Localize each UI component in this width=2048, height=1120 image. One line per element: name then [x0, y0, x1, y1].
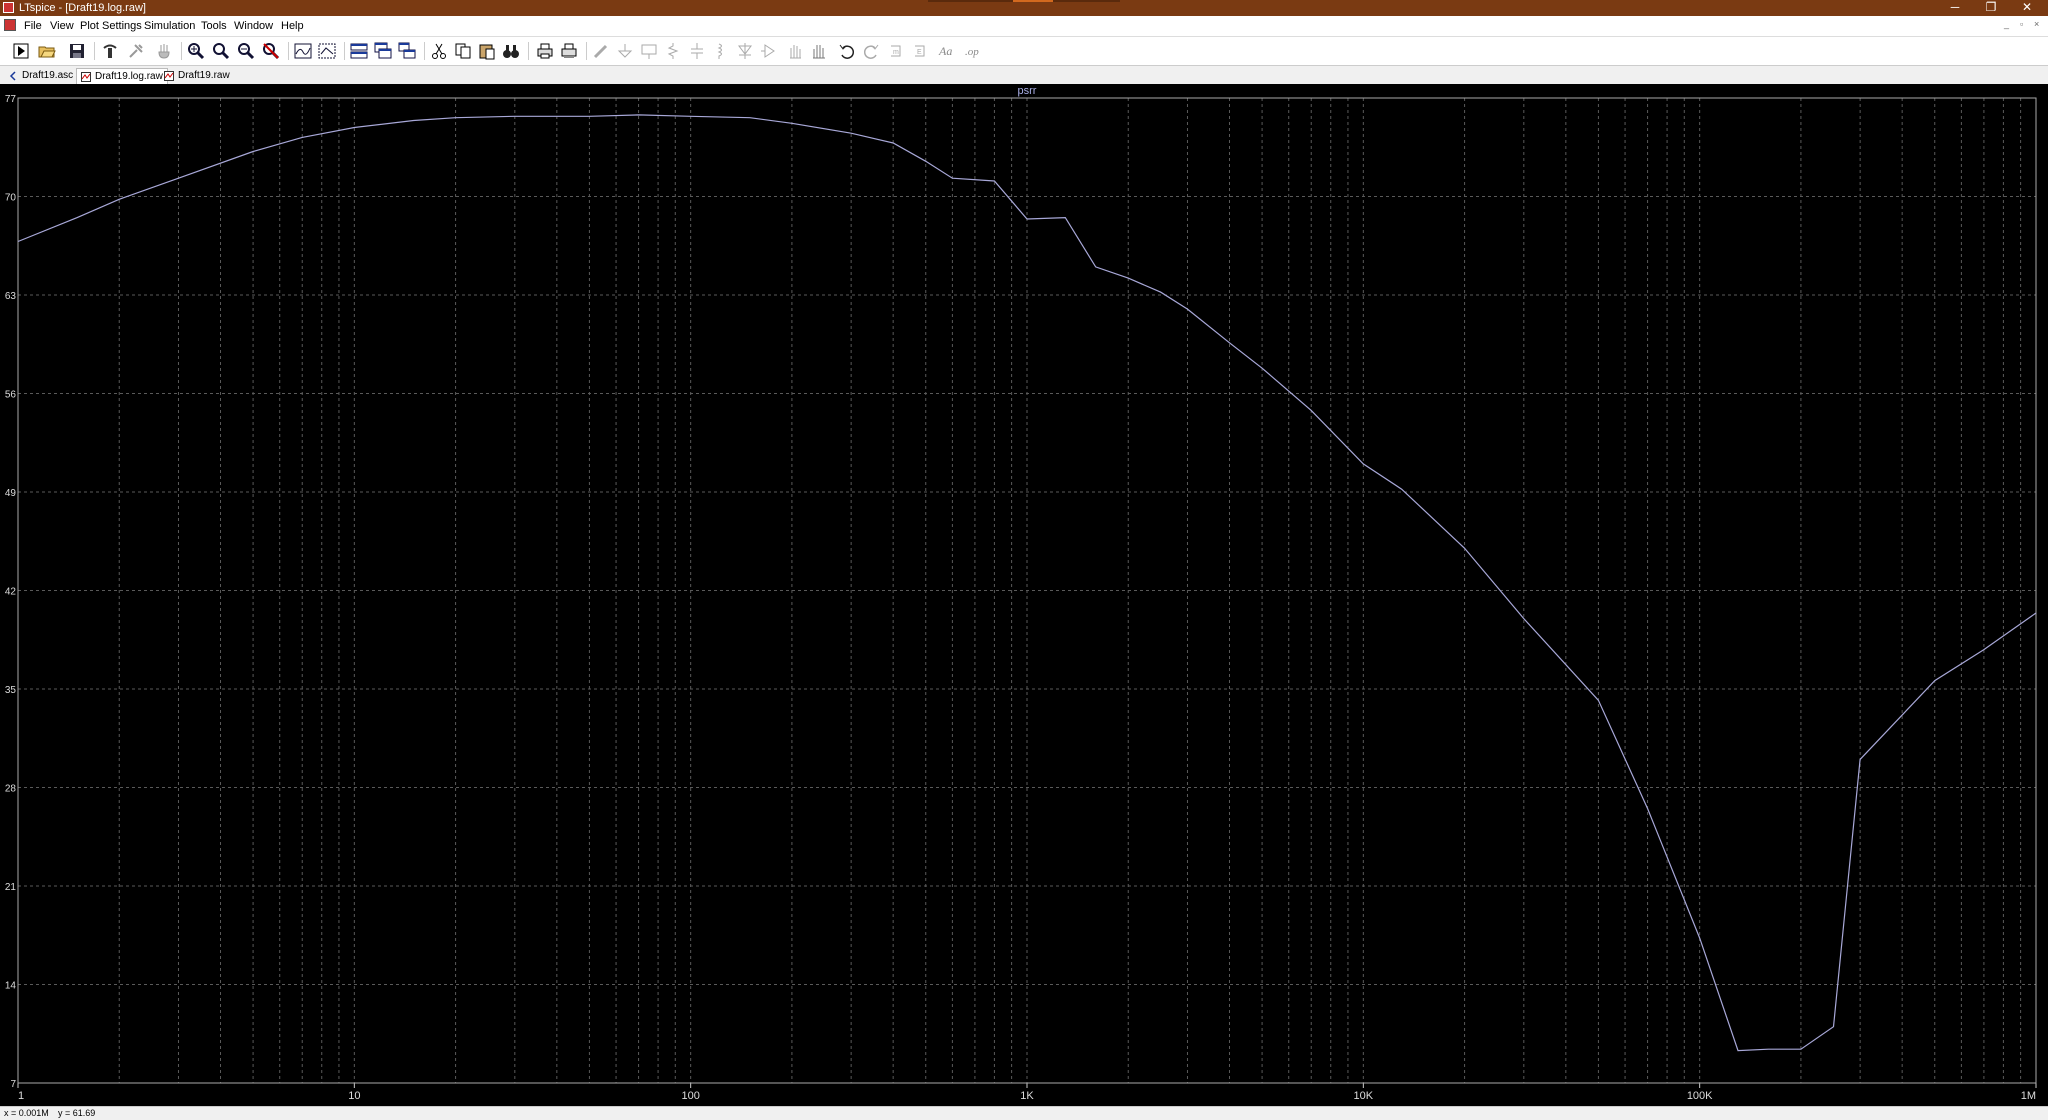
tab-label: Draft19.asc	[22, 70, 74, 81]
y-tick-label: 63	[5, 291, 17, 302]
status-bar: x = 0.001M y = 61.69	[0, 1106, 2048, 1120]
svg-text:.op: .op	[965, 46, 979, 58]
tab-raw[interactable]: Draft19.raw	[164, 68, 230, 83]
cascade-icon[interactable]	[372, 40, 394, 62]
mdi-restore-button[interactable]: ▫	[2020, 19, 2023, 29]
y-tick-label: 77	[5, 94, 17, 105]
x-tick-label: 1M	[2021, 1090, 2036, 1102]
x-tick-label: 10K	[1354, 1090, 1374, 1102]
tile-horizontal-icon[interactable]	[348, 40, 370, 62]
probe-icon[interactable]	[125, 40, 147, 62]
component-icon[interactable]	[758, 40, 780, 62]
menu-file[interactable]: File	[24, 20, 42, 32]
y-tick-label: 70	[5, 193, 17, 204]
find-icon[interactable]	[500, 40, 522, 62]
cursor-y-readout: y = 61.69	[58, 1108, 96, 1118]
label-icon[interactable]	[638, 40, 660, 62]
wire-icon[interactable]	[590, 40, 612, 62]
zoom-fit-icon[interactable]	[260, 40, 282, 62]
y-tick-label: 49	[5, 488, 17, 499]
diode-icon[interactable]	[734, 40, 756, 62]
y-tick-label: 7	[10, 1079, 16, 1090]
zoom-in-icon[interactable]	[185, 40, 207, 62]
y-tick-label: 56	[5, 390, 17, 401]
cursor-x-readout: x = 0.001M	[4, 1108, 49, 1118]
mdi-close-button[interactable]: ×	[2034, 19, 2039, 29]
spice-directive-icon[interactable]: .op	[962, 40, 984, 62]
resistor-icon[interactable]	[662, 40, 684, 62]
title-strip	[928, 0, 1120, 2]
minimize-button[interactable]: ─	[1940, 0, 1970, 16]
waveform-plot[interactable]: 1 10 100 1K 10K 100K 1M 77 70 63 56 49 42 35 28 21 14 7 ps…	[0, 84, 2048, 1106]
menu-window[interactable]: Window	[234, 20, 273, 32]
trace-name-label[interactable]: psrr	[1018, 85, 1037, 97]
rotate-icon[interactable]: m	[886, 40, 908, 62]
text-icon[interactable]: Aa	[936, 40, 958, 62]
copy-icon[interactable]	[452, 40, 474, 62]
x-tick-label: 1	[18, 1090, 24, 1102]
svg-text:E: E	[917, 49, 922, 56]
tile-vertical-icon[interactable]	[396, 40, 418, 62]
document-tabs: Draft19.asc Draft19.log.raw Draft19.raw	[0, 66, 2048, 84]
x-tick-label: 10	[348, 1090, 360, 1102]
svg-text:m: m	[893, 49, 899, 56]
halt-icon[interactable]	[153, 40, 175, 62]
menu-plot-settings[interactable]: Plot Settings	[80, 20, 142, 32]
capacitor-icon[interactable]	[686, 40, 708, 62]
run-icon[interactable]	[10, 40, 32, 62]
menu-bar: File View Plot Settings Simulation Tools…	[0, 16, 2048, 36]
menu-tools[interactable]: Tools	[201, 20, 227, 32]
title-bar: LTspice - [Draft19.log.raw] ─ ❐ ✕	[0, 0, 2048, 16]
ground-icon[interactable]	[614, 40, 636, 62]
move-icon[interactable]	[784, 40, 806, 62]
window-title: LTspice - [Draft19.log.raw]	[19, 2, 146, 14]
svg-text:Aa: Aa	[938, 44, 952, 58]
drag-icon[interactable]	[808, 40, 830, 62]
paste-icon[interactable]	[476, 40, 498, 62]
close-button[interactable]: ✕	[2012, 0, 2042, 16]
menu-help[interactable]: Help	[281, 20, 304, 32]
save-icon[interactable]	[66, 40, 88, 62]
undo-icon[interactable]	[836, 40, 858, 62]
waveform-icon	[81, 71, 91, 82]
zoom-box-icon[interactable]	[210, 40, 232, 62]
x-tick-label: 1K	[1020, 1090, 1034, 1102]
y-tick-label: 14	[5, 981, 17, 992]
x-tick-label: 100K	[1687, 1090, 1713, 1102]
inductor-icon[interactable]	[710, 40, 732, 62]
y-tick-label: 35	[5, 685, 17, 696]
autorange-icon[interactable]	[292, 40, 314, 62]
document-icon[interactable]	[4, 19, 16, 31]
y-tick-label: 28	[5, 784, 17, 795]
x-tick-label: 100	[681, 1090, 699, 1102]
waveform-icon	[164, 70, 174, 81]
redo-icon[interactable]	[860, 40, 882, 62]
print-preview-icon[interactable]	[558, 40, 580, 62]
tab-schematic[interactable]: Draft19.asc	[8, 68, 73, 83]
control-panel-icon[interactable]	[99, 40, 121, 62]
toolbar: m E Aa .op	[0, 36, 2048, 66]
menu-view[interactable]: View	[50, 20, 74, 32]
schematic-icon	[9, 70, 16, 81]
tab-label: Draft19.raw	[178, 70, 230, 81]
maximize-button[interactable]: ❐	[1976, 0, 2006, 16]
tab-log-raw[interactable]: Draft19.log.raw	[76, 68, 168, 84]
mirror-icon[interactable]: E	[910, 40, 932, 62]
mdi-minimize-button[interactable]: _	[2004, 19, 2009, 29]
cut-icon[interactable]	[428, 40, 450, 62]
y-tick-label: 42	[5, 587, 17, 598]
zoom-full-icon[interactable]	[316, 40, 338, 62]
print-icon[interactable]	[534, 40, 556, 62]
y-tick-label: 21	[5, 882, 17, 893]
open-icon[interactable]	[36, 40, 58, 62]
menu-simulation[interactable]: Simulation	[144, 20, 195, 32]
ltspice-app-icon[interactable]	[3, 2, 14, 13]
chart-svg[interactable]: 1 10 100 1K 10K 100K 1M 77 70 63 56 49 42 35 28 21 14 7 ps…	[0, 84, 2048, 1106]
tab-label: Draft19.log.raw	[95, 71, 163, 82]
zoom-out-icon[interactable]	[235, 40, 257, 62]
